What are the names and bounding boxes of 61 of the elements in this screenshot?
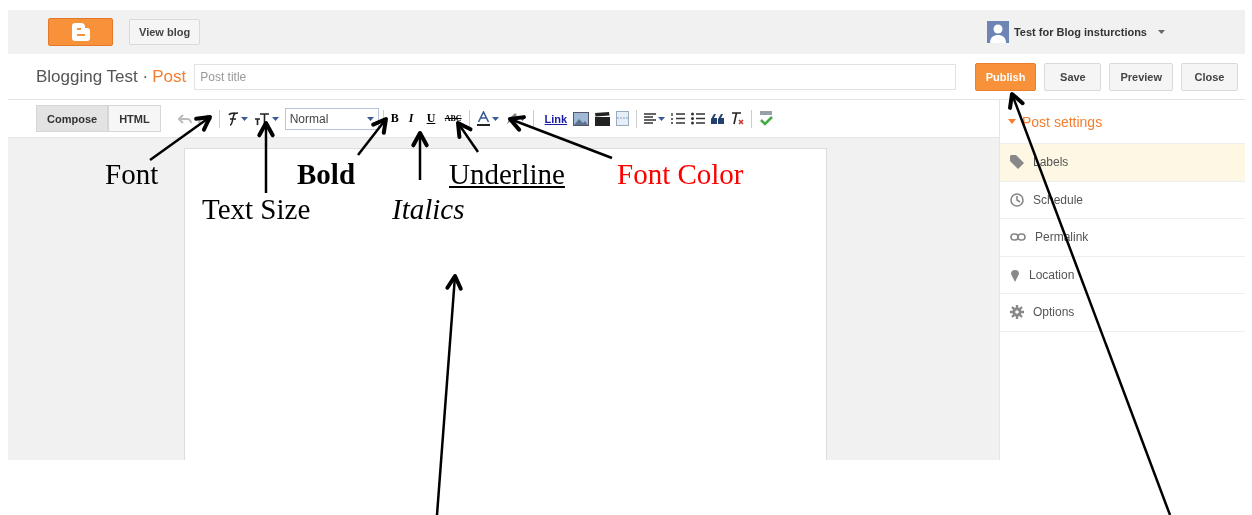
post-title-field[interactable]: Post title [194,63,956,90]
text-size-icon [253,111,270,126]
action-button[interactable]: Preview [1109,62,1173,91]
annotation-label: Underline [449,160,565,189]
tag-icon [1010,155,1024,170]
annotation-label: Bold [297,160,356,189]
caret-icon [518,116,526,121]
blogger-logo[interactable] [48,18,113,46]
marker-icon [504,111,517,126]
gear-icon [1010,305,1024,320]
text-color-icon [476,111,490,126]
annotation-label: Font [105,160,159,189]
caret-icon [658,116,666,121]
bullet-list-icon [691,112,706,125]
mode-tab[interactable]: HTML [108,105,161,132]
underline-arrow [456,121,480,153]
section-title: Post [152,66,187,87]
action-button[interactable]: Save [1044,62,1102,91]
strikethrough-button[interactable]: ABC [441,107,465,130]
text-size-arrow [257,121,275,193]
caret-icon [271,116,279,121]
numbered-list-icon [671,112,686,125]
caret-icon [240,116,248,121]
bold-arrow [357,117,388,156]
page-break-icon [616,111,630,126]
action-button[interactable]: Close [1181,62,1238,91]
annotation-label: Text Size [202,195,311,224]
script-f-icon [226,111,239,126]
link-button[interactable]: Link [541,107,571,130]
settings-label: Location [1029,267,1075,282]
map-pin-icon [1010,267,1020,283]
expanded-caret-icon [1008,119,1016,124]
format-select[interactable]: Normal [284,107,379,130]
chain-link-icon [1010,233,1026,242]
redo-icon [197,113,212,124]
blogger-icon [71,23,90,41]
font-arrow [149,115,212,161]
caret-icon [491,116,499,121]
spellcheck-icon [759,111,774,126]
user-name[interactable]: Test for Blog insturctions [1013,26,1147,38]
clock-icon [1010,192,1024,207]
bold-button[interactable]: B [387,107,406,130]
settings-label: Options [1033,305,1075,320]
quote-icon [711,113,725,124]
mode-tab[interactable]: Compose [36,105,109,132]
annotation-label: Italics [392,195,465,224]
image-icon [573,111,590,126]
blog-name: Blogging Test · [36,66,149,87]
italic-button[interactable]: I [405,107,424,130]
annotation-label: Font Color [617,160,744,189]
clapperboard-icon [595,111,611,126]
caret-icon [1158,30,1165,34]
view-blog-button[interactable]: View blog [129,19,201,45]
undo-icon [177,113,192,124]
editor-page[interactable] [184,148,827,460]
italic-arrow [411,131,429,180]
caret-icon [366,116,374,121]
clear-format-icon [730,111,745,126]
avatar-icon [986,21,1009,43]
align-left-icon [644,113,657,124]
underline-button[interactable]: U [423,107,442,130]
